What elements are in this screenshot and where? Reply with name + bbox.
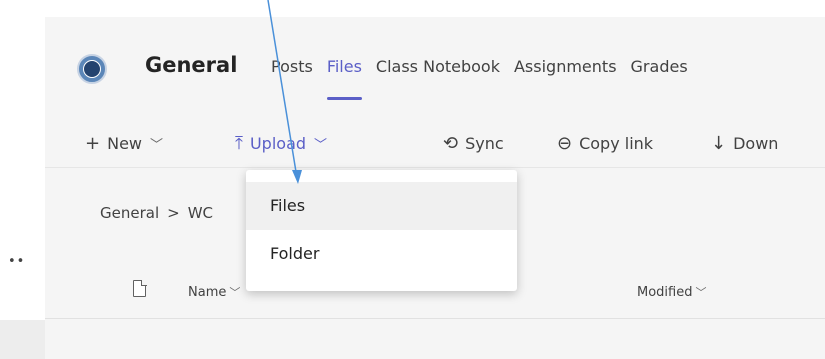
selected-list-item[interactable]: [0, 320, 45, 359]
new-label: New: [107, 134, 142, 153]
sync-label: Sync: [465, 134, 504, 153]
column-name-header[interactable]: Name ﹀: [188, 284, 240, 300]
left-gutter: ••: [0, 0, 45, 359]
download-label: Down: [733, 134, 779, 153]
breadcrumb-root[interactable]: General: [100, 204, 159, 222]
files-toolbar: + New ﹀ ⤒ Upload ﹀ ⟲ Sync ⊖ Copy link ↓ …: [45, 107, 825, 168]
plus-icon: +: [85, 133, 101, 154]
column-name-label: Name: [188, 285, 227, 300]
column-modified-header[interactable]: Modified ﹀: [637, 284, 706, 300]
menu-item-folder[interactable]: Folder: [246, 230, 517, 278]
breadcrumb-separator: >: [167, 204, 180, 222]
menu-item-folder-label: Folder: [270, 244, 320, 263]
team-logo-seal: [83, 60, 101, 78]
upload-label: Upload: [249, 134, 307, 153]
tab-files[interactable]: Files: [326, 57, 363, 100]
channel-header: General Posts Files Class Notebook Assig…: [45, 17, 825, 107]
copy-link-label: Copy link: [579, 134, 654, 153]
upload-button[interactable]: ⤒ Upload ﹀: [235, 133, 327, 154]
chevron-down-icon: ﹀: [695, 286, 707, 299]
breadcrumb-current[interactable]: WC: [188, 204, 213, 222]
tab-grades[interactable]: Grades: [631, 57, 688, 76]
download-icon: ↓: [711, 133, 727, 154]
channel-tabs: Posts Files Class Notebook Assignments G…: [271, 57, 702, 100]
team-logo-icon: [77, 54, 107, 84]
breadcrumb: General > WC: [100, 204, 213, 222]
chevron-down-icon: ﹀: [150, 138, 164, 153]
link-icon: ⊖: [557, 133, 573, 154]
chevron-down-icon: ﹀: [314, 138, 328, 153]
new-button[interactable]: + New ﹀: [85, 133, 163, 154]
menu-item-files[interactable]: Files: [246, 182, 517, 230]
tab-posts[interactable]: Posts: [271, 57, 313, 76]
download-button[interactable]: ↓ Down: [711, 133, 778, 154]
column-modified-label: Modified: [637, 285, 693, 300]
more-options-icon[interactable]: ••: [8, 254, 25, 269]
sync-button[interactable]: ⟲ Sync: [443, 133, 504, 154]
sync-icon: ⟲: [443, 133, 459, 154]
tab-assignments[interactable]: Assignments: [514, 57, 617, 76]
copy-link-button[interactable]: ⊖ Copy link: [557, 133, 653, 154]
chevron-down-icon: ﹀: [229, 286, 241, 299]
channel-title: General: [145, 53, 238, 77]
document-icon: [133, 279, 147, 297]
menu-item-files-label: Files: [270, 196, 306, 215]
upload-dropdown-menu: Files Folder: [246, 170, 517, 291]
upload-icon: ⤒: [235, 133, 243, 154]
tab-class-notebook[interactable]: Class Notebook: [376, 57, 500, 76]
